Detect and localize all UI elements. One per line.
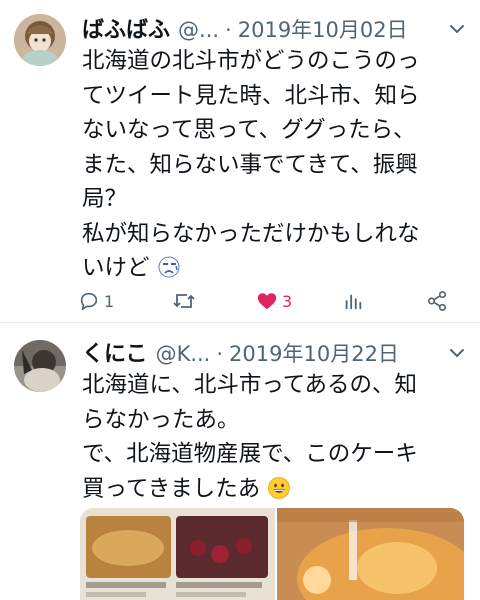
user-handle[interactable]: @K... xyxy=(156,342,211,366)
tweet-text-line-last: 買ってきましたあ xyxy=(82,472,472,507)
tweet-text: 北海道の北斗市がどうのこうのっ てツイート見た時、北斗市、知ら ないなって思って… xyxy=(82,44,472,286)
catalog-photo[interactable] xyxy=(80,508,275,600)
reply-icon xyxy=(80,292,98,311)
tweet-text-line: ないなって思って、ググったら、 xyxy=(82,117,416,143)
reply-button[interactable]: 1 xyxy=(78,286,114,316)
like-count: 3 xyxy=(282,291,293,311)
retweet-button[interactable] xyxy=(172,286,200,316)
grinning-face-emoji xyxy=(268,476,291,499)
retweet-icon xyxy=(173,294,195,308)
chevron-down-icon[interactable] xyxy=(448,20,466,38)
tweet-text-line-last: いけど xyxy=(82,251,472,286)
like-button[interactable]: 3 xyxy=(256,286,292,316)
user-handle[interactable]: @... xyxy=(178,18,219,42)
tweet-text-line: てツイート見た時、北斗市、知ら xyxy=(82,82,420,109)
tweet-text-line: で、北海道物産展で、このケーキ xyxy=(82,441,418,467)
display-name[interactable]: くにこ xyxy=(82,336,148,368)
chevron-down-icon[interactable] xyxy=(448,344,466,362)
tweet-actions: 1 3 xyxy=(78,286,458,316)
avatar[interactable] xyxy=(14,340,66,392)
tweet-1[interactable]: ばふばふ @... · 2019年10月02日 北海道の北斗市がどうのこうのっ … xyxy=(0,0,480,323)
tweet-text-line: 北海道の北斗市がどうのこうのっ xyxy=(82,48,420,74)
tweet-text-line: いけど xyxy=(82,255,150,281)
tweet-header: くにこ @K... · 2019年10月22日 xyxy=(82,336,399,370)
analytics-icon xyxy=(345,294,362,310)
heart-icon xyxy=(257,293,277,310)
separator: · xyxy=(216,342,224,366)
share-icon xyxy=(427,291,447,311)
avatar[interactable] xyxy=(14,14,66,66)
cake-photo[interactable] xyxy=(277,508,464,600)
tweet-text-line: 私が知らなかっただけかもしれな xyxy=(82,220,420,247)
share-button[interactable] xyxy=(426,286,448,316)
tweet-text-line: また、知らない事でてきて、振興 xyxy=(82,151,418,178)
reply-count: 1 xyxy=(104,291,115,311)
separator: · xyxy=(225,18,232,42)
tweet-date[interactable]: 2019年10月02日 xyxy=(238,14,408,44)
tweet-text-line: らなかったあ。 xyxy=(82,406,240,433)
tweet-date[interactable]: 2019年10月22日 xyxy=(229,338,399,368)
tweet-media[interactable] xyxy=(80,508,464,600)
tweet-text-line: 局？ xyxy=(82,186,128,212)
display-name[interactable]: ばふばふ xyxy=(82,12,170,44)
tweet-text: 北海道に、北斗市ってあるの、知 らなかったあ。 で、北海道物産展で、このケーキ … xyxy=(82,368,472,506)
sad-face-emoji xyxy=(158,256,180,278)
tweet-text-line: 買ってきましたあ xyxy=(82,475,261,502)
analytics-button[interactable] xyxy=(342,286,364,316)
tweet-text-line: 北海道に、北斗市ってあるの、知 xyxy=(82,372,418,398)
tweet-header: ばふばふ @... · 2019年10月02日 xyxy=(82,12,408,46)
